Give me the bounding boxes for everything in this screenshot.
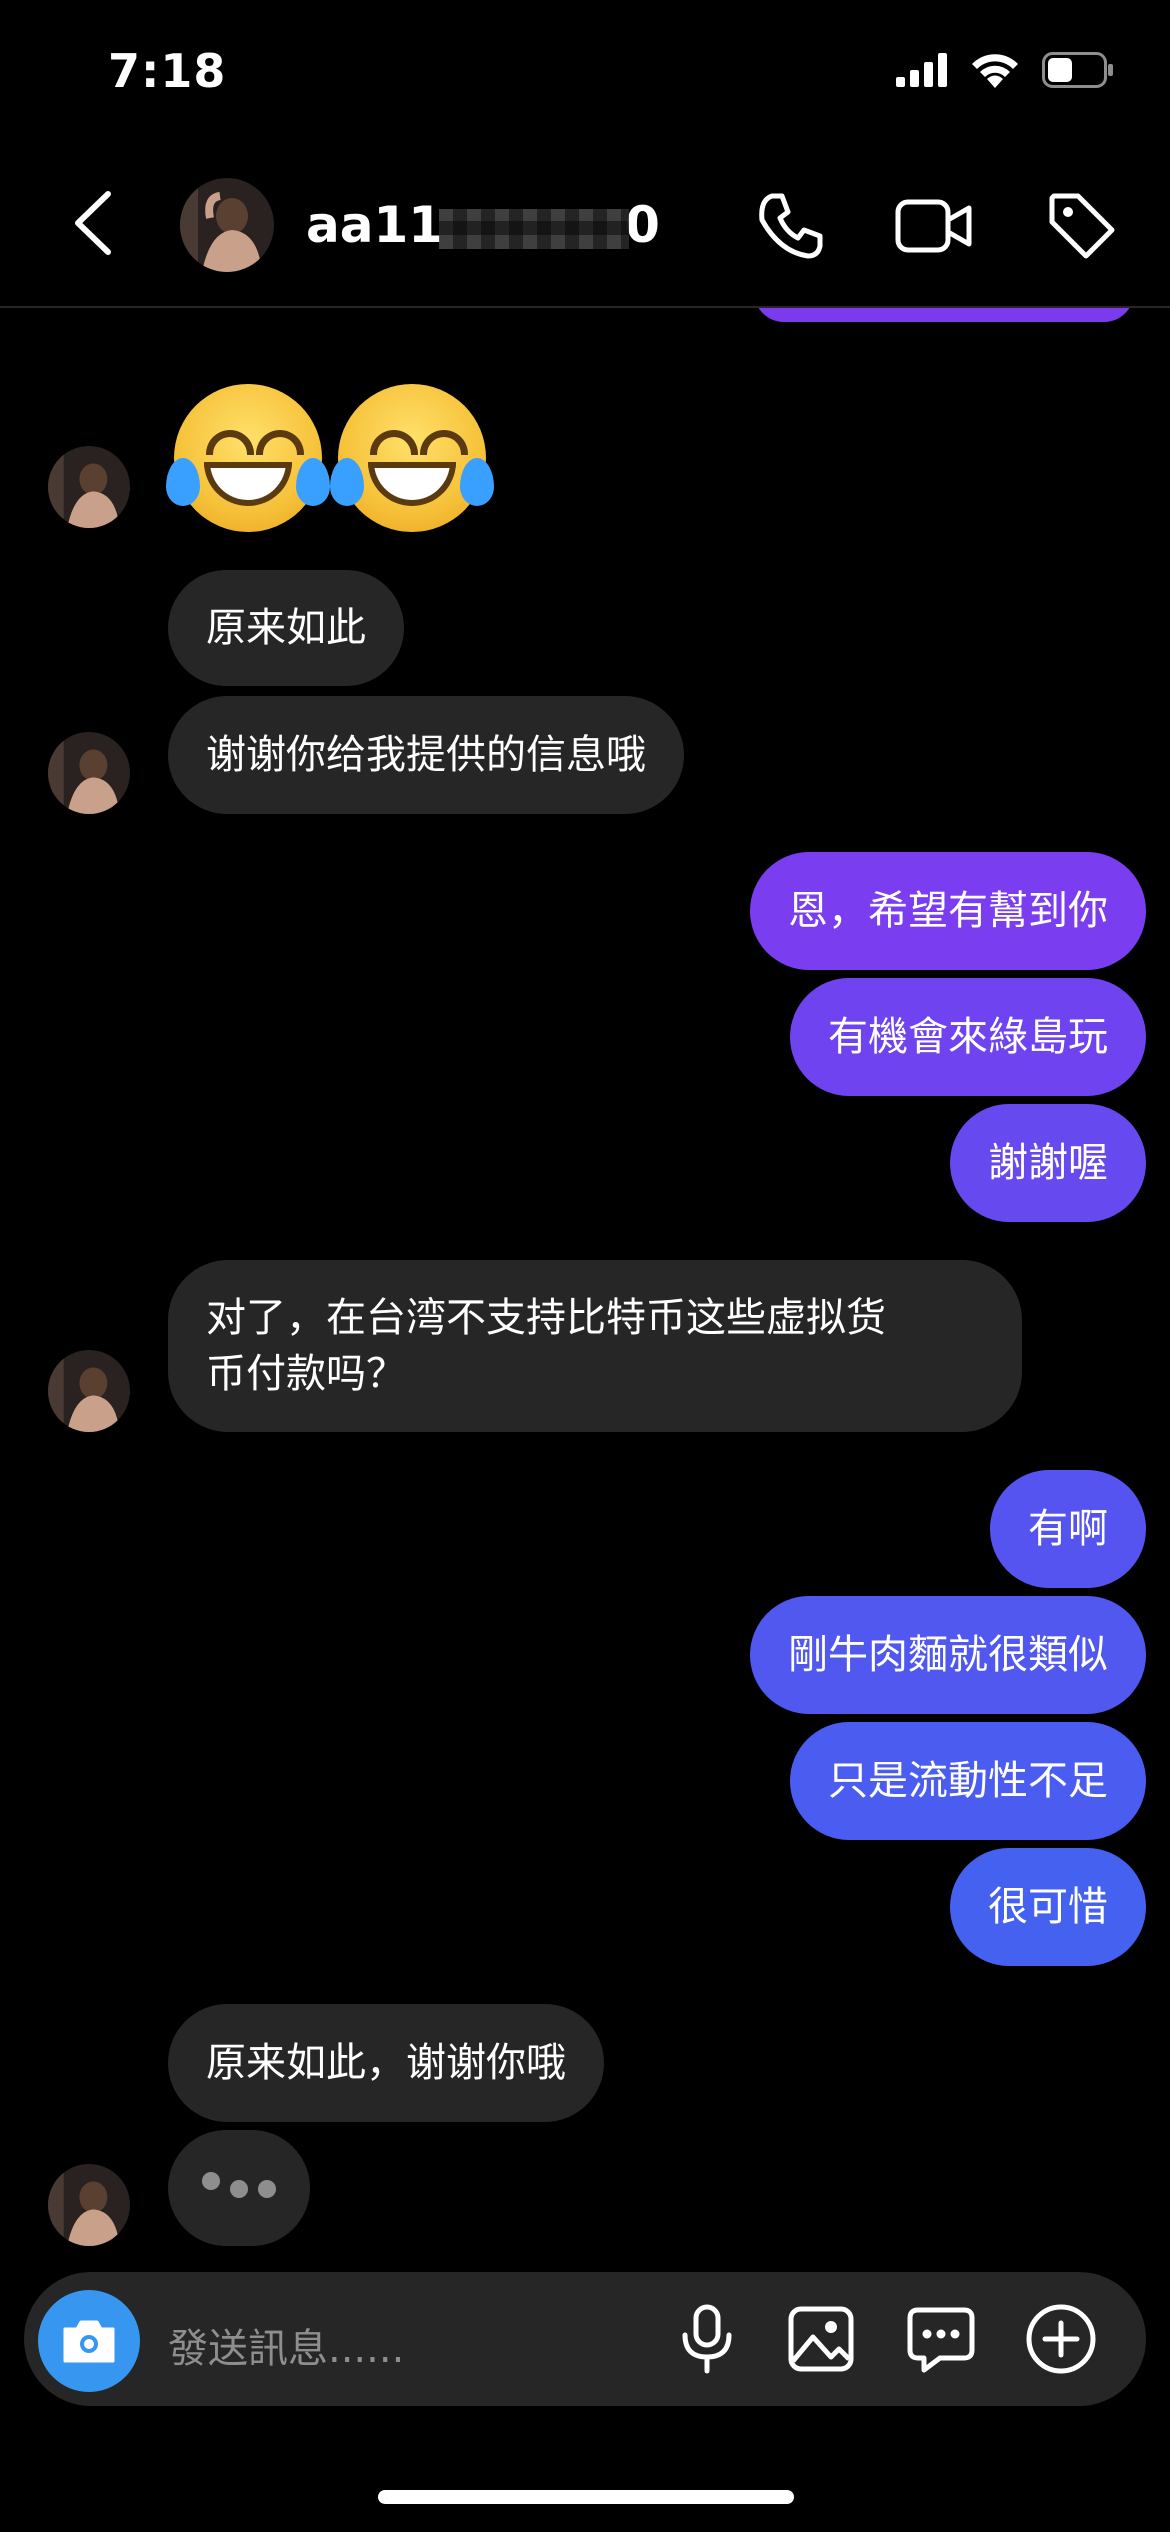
audio-call-button[interactable]: [750, 186, 830, 266]
outgoing-message[interactable]: 有啊: [990, 1470, 1146, 1588]
outgoing-message[interactable]: 有機會來綠島玩: [790, 978, 1146, 1096]
sender-avatar[interactable]: [48, 446, 130, 528]
contact-username[interactable]: aa11 0: [306, 196, 660, 254]
more-options-button[interactable]: [1018, 2296, 1104, 2382]
tag-icon: [1049, 193, 1115, 259]
header-divider: [0, 306, 1170, 308]
message-text: 恩，希望有幫到你: [788, 888, 1108, 934]
typing-indicator: [168, 2130, 310, 2246]
message-text: 原来如此，谢谢你哦: [206, 2040, 566, 2086]
username-prefix: aa11: [306, 196, 444, 254]
home-indicator: [378, 2490, 794, 2504]
face-with-tears-of-joy-emoji: [166, 384, 330, 532]
avatar-photo: [48, 446, 130, 528]
video-camera-icon: [895, 199, 972, 253]
avatar-photo: [48, 732, 130, 814]
sticker-button[interactable]: [898, 2296, 984, 2382]
message-text: 謝謝喔: [988, 1140, 1108, 1186]
incoming-message[interactable]: 谢谢你给我提供的信息哦: [168, 696, 684, 814]
sender-avatar[interactable]: [48, 2164, 130, 2246]
message-text-line: 币付款吗？: [206, 1351, 406, 1397]
avatar-photo: [48, 2164, 130, 2246]
message-text: 很可惜: [988, 1884, 1108, 1930]
microphone-icon: [682, 2304, 732, 2374]
outgoing-message[interactable]: 只是流動性不足: [790, 1722, 1146, 1840]
contact-avatar[interactable]: [180, 178, 274, 272]
status-icons: [896, 52, 1114, 88]
username-suffix: 0: [625, 196, 660, 254]
message-text: 有機會來綠島玩: [828, 1014, 1108, 1060]
battery-icon: [1042, 52, 1113, 88]
message-text-line: 对了，在台湾不支持比特币这些虚拟货: [206, 1295, 886, 1341]
plus-icon: [1026, 2304, 1096, 2374]
outgoing-message[interactable]: 恩，希望有幫到你: [750, 852, 1146, 970]
status-time: 7:18: [108, 44, 227, 98]
camera-button[interactable]: [38, 2290, 140, 2392]
wifi-icon: [972, 54, 1018, 88]
incoming-message[interactable]: 对了，在台湾不支持比特币这些虚拟货 币付款吗？: [168, 1260, 1022, 1432]
message-text: 有啊: [1028, 1506, 1108, 1552]
avatar-photo: [180, 178, 274, 272]
phone-icon: [759, 193, 823, 259]
sender-avatar[interactable]: [48, 1350, 130, 1432]
image-icon: [788, 2306, 854, 2372]
video-call-button[interactable]: [894, 186, 974, 266]
voice-message-button[interactable]: [664, 2296, 750, 2382]
sticker-chat-icon: [907, 2307, 975, 2373]
cellular-signal-icon: [896, 53, 947, 87]
incoming-message[interactable]: 原来如此，谢谢你哦: [168, 2004, 604, 2122]
gallery-button[interactable]: [778, 2296, 864, 2382]
incoming-message[interactable]: 原来如此: [168, 570, 404, 686]
username-redacted: [439, 208, 630, 249]
back-chevron-icon: [75, 191, 111, 255]
message-text: 只是流動性不足: [828, 1758, 1108, 1804]
message-text: 原来如此: [206, 605, 366, 651]
back-button[interactable]: [64, 188, 124, 258]
message-text: 谢谢你给我提供的信息哦: [206, 732, 646, 778]
message-text: 剛牛肉麵就很類似: [788, 1632, 1108, 1678]
tag-button[interactable]: [1042, 186, 1122, 266]
outgoing-message[interactable]: 很可惜: [950, 1848, 1146, 1966]
avatar-photo: [48, 1350, 130, 1432]
outgoing-message[interactable]: 剛牛肉麵就很類似: [750, 1596, 1146, 1714]
message-input[interactable]: 發送訊息......: [168, 2316, 404, 2374]
outgoing-message[interactable]: 謝謝喔: [950, 1104, 1146, 1222]
camera-icon: [63, 2320, 115, 2363]
sender-avatar[interactable]: [48, 732, 130, 814]
face-with-tears-of-joy-emoji: [330, 384, 494, 532]
